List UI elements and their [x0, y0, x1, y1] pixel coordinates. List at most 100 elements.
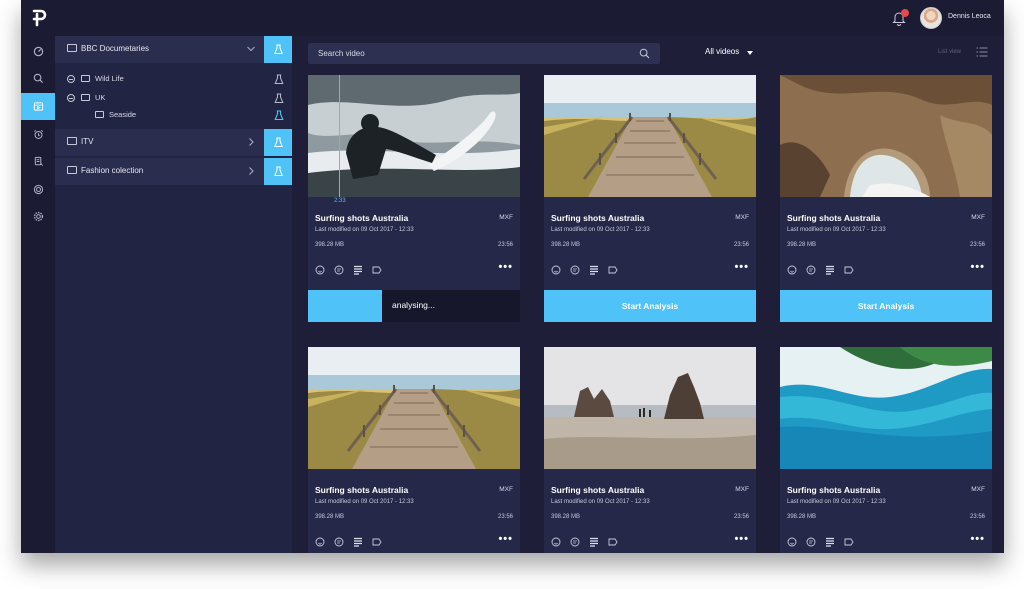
chevron-down-icon[interactable] [246, 42, 256, 56]
sidebar-item-settings[interactable] [21, 203, 55, 229]
sidebar-item-search[interactable] [21, 65, 55, 91]
video-duration: 23:56 [733, 514, 749, 520]
video-title[interactable]: Surfing shots Australia [551, 485, 644, 495]
face-icon[interactable] [315, 262, 325, 275]
video-size: 398.28 MB [787, 514, 817, 520]
speech-icon[interactable] [334, 534, 344, 547]
more-options-icon[interactable]: ••• [734, 533, 749, 545]
tree-item-uk[interactable]: UK [67, 92, 267, 106]
video-title[interactable]: Surfing shots Australia [315, 485, 408, 495]
collapse-icon[interactable] [67, 94, 75, 102]
list-view-icon[interactable] [976, 47, 988, 57]
tag-icon[interactable] [372, 262, 382, 274]
media-library-icon [33, 102, 43, 111]
folder-icon [81, 75, 90, 82]
search-input[interactable] [318, 47, 628, 60]
chevron-right-icon[interactable] [246, 135, 256, 149]
video-title[interactable]: Surfing shots Australia [787, 213, 880, 223]
tree-item-seaside[interactable]: Seaside [95, 109, 265, 123]
text-lines-icon[interactable] [353, 262, 363, 275]
video-modified: Last modified on 09 Oct 2017 - 12:33 [787, 499, 886, 505]
sidebar-item-dashboard[interactable] [21, 38, 55, 64]
tag-icon[interactable] [372, 534, 382, 546]
avatar[interactable] [920, 7, 942, 29]
tree-group-bbc[interactable]: BBC Documetaries [55, 36, 292, 63]
video-thumbnail[interactable] [780, 75, 992, 197]
start-analysis-button[interactable]: Start Analysis [544, 290, 756, 322]
more-options-icon[interactable]: ••• [498, 261, 513, 273]
tree-item-wild-life[interactable]: Wild Life [67, 73, 267, 87]
video-title[interactable]: Surfing shots Australia [551, 213, 644, 223]
text-lines-icon[interactable] [825, 534, 835, 547]
analyse-folder-button[interactable] [264, 36, 292, 63]
video-card[interactable]: Surfing shots Australia MXF Last modified … [780, 347, 992, 553]
video-format: MXF [735, 486, 749, 493]
face-icon[interactable] [787, 262, 797, 275]
user-name[interactable]: Dennis Leoca [948, 13, 991, 20]
filter-dropdown[interactable]: All videos [705, 47, 739, 56]
tag-icon[interactable] [608, 262, 618, 274]
caret-down-icon[interactable] [747, 51, 753, 55]
folder-icon [67, 137, 77, 145]
speech-icon[interactable] [334, 262, 344, 275]
target-icon [33, 184, 43, 194]
speech-icon[interactable] [806, 262, 816, 275]
search-icon [33, 73, 43, 83]
tree-group-itv[interactable]: ITV [55, 129, 292, 156]
video-thumbnail[interactable] [780, 347, 992, 469]
face-icon[interactable] [551, 534, 561, 547]
video-card[interactable]: 2:33 Surfing shots Australia MXF Last modif… [308, 75, 520, 322]
text-lines-icon[interactable] [825, 262, 835, 275]
video-duration: 23:56 [497, 514, 513, 520]
video-format: MXF [971, 486, 985, 493]
video-format: MXF [499, 214, 513, 221]
flask-icon[interactable] [274, 74, 284, 85]
face-icon[interactable] [787, 534, 797, 547]
start-analysis-button[interactable]: Start Analysis [780, 290, 992, 322]
sidebar-item-media[interactable] [21, 93, 55, 120]
face-icon[interactable] [551, 262, 561, 275]
video-thumbnail[interactable] [308, 347, 520, 469]
analyse-folder-button[interactable] [264, 129, 292, 156]
video-thumbnail[interactable] [544, 75, 756, 197]
tag-icon[interactable] [844, 534, 854, 546]
tree-item-label: UK [95, 93, 106, 102]
face-icon[interactable] [315, 534, 325, 547]
search-icon[interactable] [639, 48, 650, 59]
folder-tree: BBC Documetaries Wild Life UK Seaside IT… [55, 36, 292, 553]
text-lines-icon[interactable] [353, 534, 363, 547]
speech-icon[interactable] [570, 534, 580, 547]
video-card[interactable]: Surfing shots Australia MXF Last modified … [780, 75, 992, 322]
video-title[interactable]: Surfing shots Australia [787, 485, 880, 495]
speech-icon[interactable] [806, 534, 816, 547]
logo-icon[interactable] [31, 8, 47, 28]
tag-icon[interactable] [844, 262, 854, 274]
tree-group-fashion[interactable]: Fashion colection [55, 158, 292, 185]
flask-icon[interactable] [274, 110, 284, 121]
flask-icon[interactable] [274, 93, 284, 104]
more-options-icon[interactable]: ••• [734, 261, 749, 273]
more-options-icon[interactable]: ••• [970, 533, 985, 545]
text-lines-icon[interactable] [589, 262, 599, 275]
video-thumbnail[interactable] [544, 347, 756, 469]
collapse-icon[interactable] [67, 75, 75, 83]
sidebar-item-targets[interactable] [21, 176, 55, 202]
text-lines-icon[interactable] [589, 534, 599, 547]
scrub-marker[interactable] [339, 75, 340, 197]
folder-icon [67, 166, 77, 174]
more-options-icon[interactable]: ••• [498, 533, 513, 545]
video-title[interactable]: Surfing shots Australia [315, 213, 408, 223]
tag-icon[interactable] [608, 534, 618, 546]
sidebar-item-alarms[interactable] [21, 121, 55, 147]
speech-icon[interactable] [570, 262, 580, 275]
video-card[interactable]: Surfing shots Australia MXF Last modified … [544, 347, 756, 553]
chevron-right-icon[interactable] [246, 164, 256, 178]
top-bar: Dennis Leoca [21, 0, 1004, 36]
sidebar-item-devices[interactable] [21, 148, 55, 174]
video-library: All videos List view 2:33 Surfing shots A… [292, 36, 1004, 553]
video-card[interactable]: Surfing shots Australia MXF Last modified … [308, 347, 520, 553]
video-card[interactable]: Surfing shots Australia MXF Last modified … [544, 75, 756, 322]
analyse-folder-button[interactable] [264, 158, 292, 185]
list-view-label[interactable]: List view [938, 49, 961, 55]
more-options-icon[interactable]: ••• [970, 261, 985, 273]
